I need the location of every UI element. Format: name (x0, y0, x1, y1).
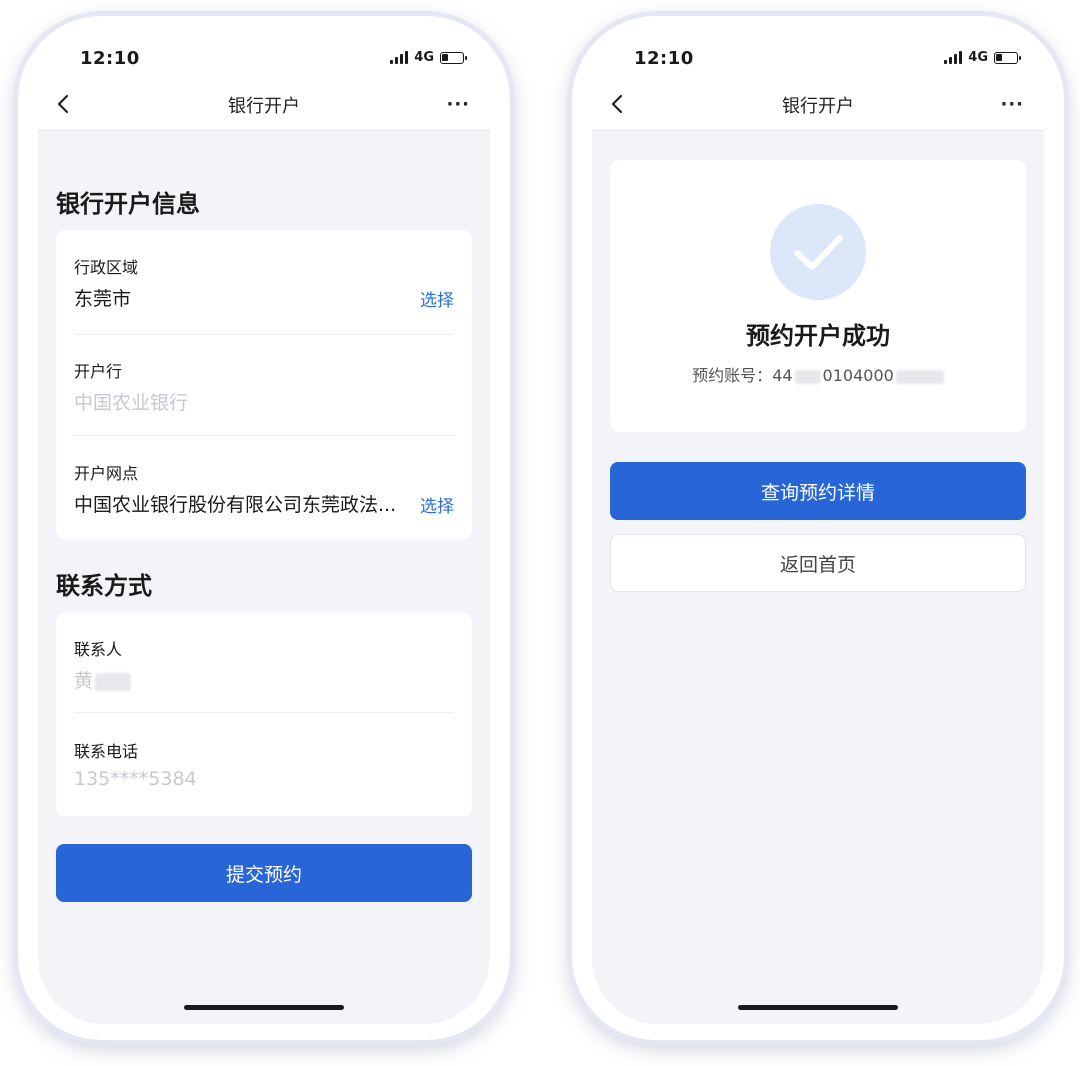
account-middle: 0104000 (822, 366, 894, 385)
branch-value[interactable]: 中国农业银行股份有限公司东莞政法... (74, 490, 396, 517)
status-icons: 4G (390, 50, 467, 65)
phone-frame-right: 12:10 4G 银行开户 ··· 预约开户成功 预约账号：44 0104000… (572, 16, 1064, 1040)
page-title: 银行开户 (228, 96, 300, 117)
query-details-button[interactable]: 查询预约详情 (610, 462, 1026, 520)
success-title: 预约开户成功 (746, 322, 890, 350)
account-label: 预约账号： (692, 366, 773, 385)
region-label: 行政区域 (74, 258, 139, 277)
network-type: 4G (414, 50, 434, 65)
success-check-icon (770, 204, 866, 300)
branch-select-button[interactable]: 选择 (420, 492, 454, 517)
page-title: 银行开户 (782, 96, 854, 117)
contact-section-title: 联系方式 (56, 572, 152, 600)
bank-label: 开户行 (74, 362, 123, 381)
status-time: 12:10 (634, 48, 694, 69)
top-bar: 12:10 4G 银行开户 ··· (38, 34, 490, 131)
account-number: 预约账号：44 0104000 (610, 362, 1026, 386)
home-indicator[interactable] (184, 1005, 344, 1010)
contact-phone-field[interactable]: 135****5384 (74, 768, 197, 790)
redacted-mask (895, 369, 944, 384)
bank-info-card: 行政区域 东莞市 选择 开户行 中国农业银行 开户网点 中国农业银行股份有限公司… (56, 230, 472, 540)
branch-label: 开户网点 (74, 464, 139, 483)
region-select-button[interactable]: 选择 (420, 286, 454, 311)
signal-icon (944, 51, 963, 64)
status-time: 12:10 (80, 48, 140, 69)
battery-icon (440, 51, 467, 64)
bank-field[interactable]: 中国农业银行 (74, 388, 188, 415)
divider (74, 712, 454, 713)
screen-right: 12:10 4G 银行开户 ··· 预约开户成功 预约账号：44 0104000… (592, 34, 1044, 1024)
bank-section-title: 银行开户信息 (56, 190, 200, 218)
signal-icon (390, 51, 409, 64)
contact-phone-label: 联系电话 (74, 742, 139, 761)
contact-person-label: 联系人 (74, 640, 123, 659)
contact-person-field[interactable]: 黄 (74, 666, 132, 693)
network-type: 4G (968, 50, 988, 65)
battery-icon (994, 51, 1021, 64)
return-home-button[interactable]: 返回首页 (610, 534, 1026, 592)
more-icon[interactable]: ··· (1000, 94, 1024, 115)
home-indicator[interactable] (738, 1005, 898, 1010)
contact-person-value: 黄 (74, 670, 94, 692)
phone-frame-left: 12:10 4G 银行开户 ··· 银行开户信息 行政区域 东莞市 选择 开户行… (18, 16, 510, 1040)
divider (74, 435, 454, 436)
success-card: 预约开户成功 预约账号：44 0104000 (610, 160, 1026, 432)
account-prefix: 44 (772, 366, 793, 385)
divider (74, 334, 454, 335)
region-value[interactable]: 东莞市 (74, 284, 131, 311)
contact-card: 联系人 黄 联系电话 135****5384 (56, 612, 472, 816)
redacted-mask (95, 672, 132, 691)
top-bar: 12:10 4G 银行开户 ··· (592, 34, 1044, 131)
submit-button[interactable]: 提交预约 (56, 844, 472, 902)
screen-left: 12:10 4G 银行开户 ··· 银行开户信息 行政区域 东莞市 选择 开户行… (38, 34, 490, 1024)
redacted-mask (794, 369, 821, 384)
status-icons: 4G (944, 50, 1021, 65)
more-icon[interactable]: ··· (446, 94, 470, 115)
